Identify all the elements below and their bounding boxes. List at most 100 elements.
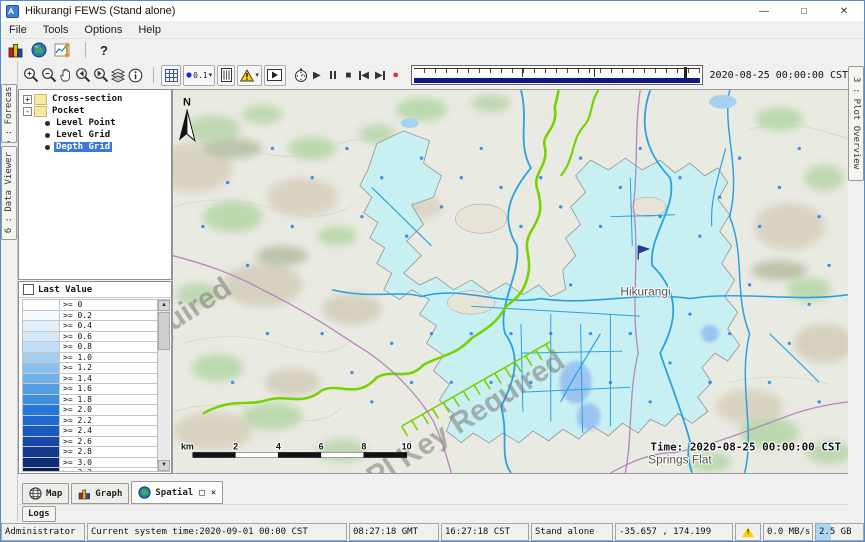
close-button[interactable]: ✕ [824, 1, 864, 21]
tab-spatial[interactable]: Spatial □ ✕ [131, 481, 223, 504]
legend-row[interactable]: >= 3.0 [23, 458, 170, 469]
tab-close-icon[interactable]: ✕ [211, 488, 216, 498]
sidebar-tab-data-viewer[interactable]: 6 : Data Viewer [1, 146, 17, 240]
step-forward-button[interactable]: ▶ [373, 66, 387, 84]
map-globe-icon [29, 487, 42, 500]
timeline-slider[interactable] [411, 65, 703, 85]
legend-row[interactable]: >= 0.6 [23, 332, 170, 343]
right-tab-strip: 3 : Plot Overview [848, 61, 864, 522]
legend-row[interactable]: >= 2.6 [23, 437, 170, 448]
map-toolbar-separator [153, 67, 154, 83]
help-button[interactable]: ? [94, 41, 114, 59]
legend-panel: Last Value >= 0 >= 0.2 >= 0.4 >= 0.6 >= … [18, 281, 172, 474]
map-viewport[interactable]: API Key Required API Key Required Hikura… [172, 89, 848, 474]
legend-row[interactable]: >= 1.6 [23, 384, 170, 395]
window-title: Hikurangi FEWS (Stand alone) [25, 5, 744, 17]
legend-title: Last Value [38, 285, 92, 295]
center-column: 0.1 ▾ ▾ ▶ ■ ◀ [17, 61, 848, 522]
legend-row[interactable]: >= 2.0 [23, 405, 170, 416]
status-gmt-time: 08:27:18 GMT [349, 523, 439, 541]
expand-icon[interactable]: + [23, 95, 32, 104]
legend-row[interactable]: >= 0.4 [23, 321, 170, 332]
grid-value-caret-icon: ▾ [209, 71, 213, 79]
stop-button[interactable]: ■ [341, 66, 355, 84]
step-back-button[interactable]: ◀ [357, 66, 371, 84]
zoom-in-icon[interactable] [23, 66, 39, 85]
scroll-up-icon[interactable]: ▲ [158, 300, 170, 311]
scale-unit: km [181, 442, 194, 452]
legend-row[interactable]: >= 2.8 [23, 447, 170, 458]
legend-row[interactable]: >= 0.8 [23, 342, 170, 353]
main-toolbar: ? [1, 39, 864, 61]
menu-help[interactable]: Help [130, 23, 169, 37]
last-value-checkbox[interactable] [23, 284, 34, 295]
tab-graph[interactable]: Graph [71, 483, 129, 504]
tab-map[interactable]: Map [22, 483, 69, 504]
menu-options[interactable]: Options [76, 23, 130, 37]
pause-button[interactable] [326, 66, 340, 84]
legend-row[interactable]: >= 1.0 [23, 353, 170, 364]
scrollbar-thumb[interactable] [158, 312, 170, 350]
legend-row[interactable]: >= 1.4 [23, 374, 170, 385]
content-area: + Cross-section - Pocket Level Point [18, 89, 848, 474]
import-export-chart-icon[interactable] [53, 41, 73, 59]
selected-tree-label: Depth Grid [54, 142, 112, 152]
scroll-down-icon[interactable]: ▼ [158, 460, 170, 471]
status-local-time: 16:27:18 CST [441, 523, 529, 541]
globe-explorer-icon[interactable] [29, 41, 49, 59]
bottom-tab-bar: Map Graph Spatial □ ✕ [18, 483, 848, 504]
map-canvas: API Key Required API Key Required Hikura… [173, 90, 848, 473]
layers-icon[interactable] [110, 66, 126, 85]
timeline-thumb[interactable] [684, 67, 687, 78]
minimize-button[interactable]: — [744, 1, 784, 21]
timeline-availability-bar [414, 78, 700, 83]
svg-text:N: N [183, 97, 191, 109]
tree-item-level-point[interactable]: Level Point [19, 117, 171, 129]
maximize-button[interactable]: □ [784, 1, 824, 21]
title-bar: Hikurangi FEWS (Stand alone) — □ ✕ [1, 1, 864, 21]
legend-header: Last Value [19, 282, 171, 298]
collapse-icon[interactable]: - [23, 107, 32, 116]
zoom-next-icon[interactable] [92, 66, 108, 85]
zoom-previous-icon[interactable] [75, 66, 91, 85]
legend-row[interactable]: >= 1.2 [23, 363, 170, 374]
main-area: 5 : Forecast 6 : Data Viewer [1, 61, 864, 522]
sidebar-tab-plot-overview[interactable]: 3 : Plot Overview [848, 66, 864, 181]
thresholds-caret-icon: ▾ [255, 71, 259, 79]
tab-maximize-icon[interactable]: □ [199, 488, 204, 498]
legend-row[interactable]: >= 0.2 [23, 311, 170, 322]
tree-item-cross-section[interactable]: + Cross-section [19, 93, 171, 105]
svg-text:2: 2 [233, 442, 238, 452]
info-icon[interactable] [127, 66, 143, 85]
grid-display-button[interactable] [161, 65, 181, 86]
tree-item-depth-grid[interactable]: Depth Grid [19, 141, 171, 153]
zoom-out-icon[interactable] [40, 66, 56, 85]
pan-hand-icon[interactable] [58, 66, 74, 85]
legend-row[interactable]: >= 2.4 [23, 426, 170, 437]
app-window: Hikurangi FEWS (Stand alone) — □ ✕ File … [0, 0, 865, 542]
grid-value-button[interactable]: 0.1 ▾ [183, 65, 215, 86]
profile-button[interactable] [217, 65, 235, 86]
leaf-bullet-icon [45, 133, 50, 138]
map-time-label: Time: 2020-08-25 00:00:00 CST [650, 441, 841, 454]
layers-tree: + Cross-section - Pocket Level Point [18, 89, 172, 280]
legend-row[interactable]: >= 0 [23, 300, 170, 311]
menu-tools[interactable]: Tools [35, 23, 77, 37]
menu-file[interactable]: File [1, 23, 35, 37]
forecast-manager-icon[interactable] [5, 41, 25, 59]
logs-button[interactable]: Logs [22, 506, 56, 522]
legend-row[interactable]: >= 1.8 [23, 395, 170, 406]
sidebar-tab-forecast[interactable]: 5 : Forecast [1, 84, 17, 143]
legend-row[interactable]: >= 3.2 [23, 468, 170, 472]
tree-item-level-grid[interactable]: Level Grid [19, 129, 171, 141]
legend-scrollbar[interactable]: ▲ ▼ [157, 300, 170, 471]
tree-item-pocket[interactable]: - Pocket [19, 105, 171, 117]
record-button[interactable]: ● [389, 66, 403, 84]
status-warning[interactable] [735, 523, 761, 541]
play-button[interactable]: ▶ [310, 66, 324, 84]
animation-timer-icon[interactable] [293, 66, 309, 85]
status-user: Administrator [1, 523, 85, 541]
thresholds-button[interactable]: ▾ [237, 65, 262, 86]
movie-export-button[interactable] [264, 65, 285, 86]
legend-row[interactable]: >= 2.2 [23, 416, 170, 427]
